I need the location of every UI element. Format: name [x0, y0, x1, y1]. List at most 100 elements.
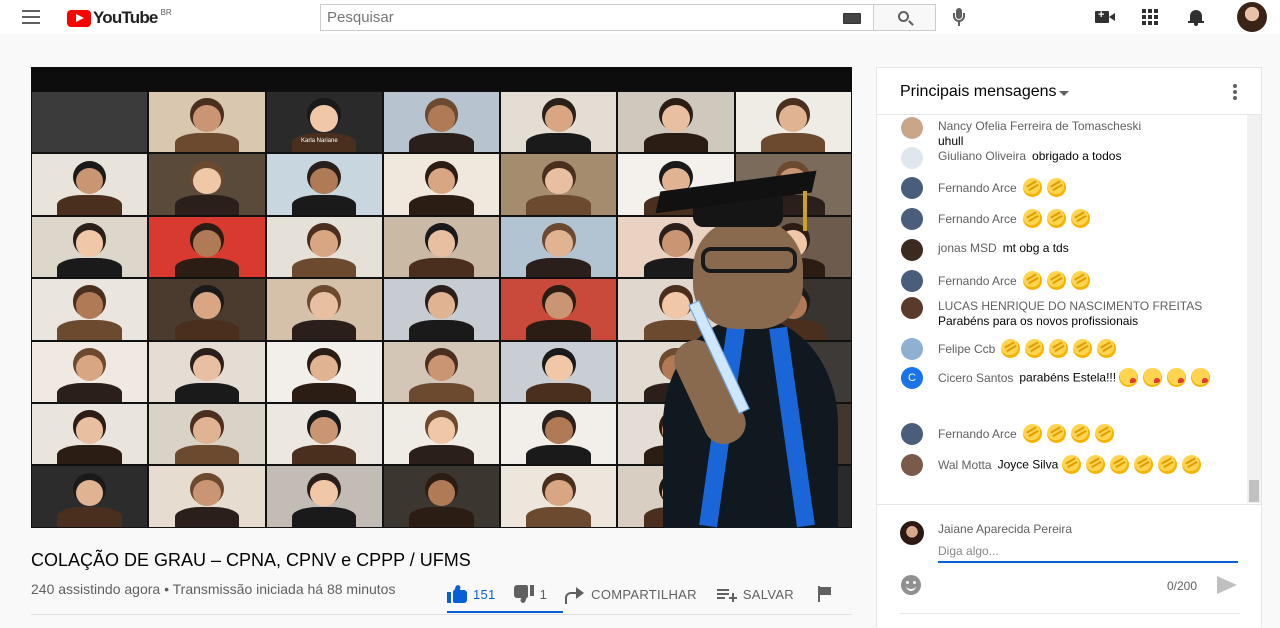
keyboard-icon[interactable]	[843, 13, 861, 24]
search-input[interactable]: Pesquisar	[320, 4, 874, 31]
clapping-hands-emoji	[1070, 424, 1090, 443]
face-blowing-kiss-emoji	[1119, 368, 1139, 387]
video-player[interactable]: Karla Nariane	[31, 67, 852, 528]
thumbs-down-icon	[513, 585, 534, 604]
participant-tile	[382, 215, 501, 279]
avatar[interactable]	[901, 208, 923, 230]
participant-tile	[31, 340, 149, 403]
participant-tile	[265, 402, 383, 466]
mic-icon[interactable]	[953, 8, 965, 27]
send-icon[interactable]	[1217, 576, 1237, 594]
mascot-graduate	[653, 167, 852, 528]
participant-tile	[148, 278, 266, 341]
youtube-logo[interactable]: YouTube BR	[67, 8, 172, 28]
participant-tile	[500, 465, 618, 528]
report-button[interactable]	[816, 586, 832, 602]
participant-tile	[31, 91, 149, 154]
thumbs-up-icon	[447, 584, 467, 603]
chat-header: Principais mensagens	[877, 68, 1261, 115]
participant-tile	[617, 91, 735, 154]
clapping-hands-emoji	[1133, 455, 1153, 474]
participant-tile	[31, 402, 149, 466]
chat-text: obrigado a todos	[1032, 149, 1122, 163]
search-button[interactable]	[874, 4, 936, 31]
participant-tile	[148, 465, 266, 528]
participant-tile	[500, 278, 618, 341]
participant-tile	[265, 465, 383, 528]
chat-author[interactable]: Giuliano Oliveira	[938, 149, 1026, 163]
apps-icon[interactable]	[1142, 9, 1158, 25]
participant-tile	[500, 215, 618, 279]
avatar[interactable]	[901, 177, 923, 199]
scrollbar-thumb[interactable]	[1249, 480, 1259, 502]
share-button[interactable]: COMPARTILHAR	[565, 586, 697, 604]
masthead: YouTube BR Pesquisar	[0, 0, 1280, 34]
participant-tile	[148, 91, 266, 154]
chat-compose: Jaiane Aparecida Pereira Diga algo... 0/…	[877, 504, 1261, 628]
avatar[interactable]	[901, 297, 923, 319]
chat-text: parabéns Estela!!!	[1019, 370, 1120, 385]
participant-tile	[148, 215, 266, 279]
notifications-icon[interactable]	[1188, 9, 1204, 26]
participant-tile	[148, 153, 266, 216]
participant-tile	[500, 402, 618, 466]
clapping-hands-emoji	[1046, 424, 1066, 443]
avatar[interactable]	[901, 454, 923, 476]
avatar[interactable]	[901, 338, 923, 360]
clapping-hands-emoji	[1097, 339, 1117, 358]
chat-author[interactable]: Fernando Arce	[938, 212, 1017, 226]
avatar[interactable]: C	[901, 367, 923, 389]
live-chat: Principais mensagens Nancy Ofelia Ferrei…	[876, 67, 1262, 628]
chat-mode-selector[interactable]: Principais mensagens	[900, 83, 1057, 101]
participant-tile	[265, 340, 383, 403]
account-avatar[interactable]	[1237, 2, 1267, 32]
youtube-play-icon	[67, 9, 91, 27]
video-actions: 151 1 COMPARTILHAR SALVAR	[447, 578, 832, 610]
clapping-hands-emoji	[1094, 424, 1114, 443]
clapping-hands-emoji	[1022, 271, 1042, 290]
chat-author[interactable]: LUCAS HENRIQUE DO NASCIMENTO FREITAS	[938, 299, 1202, 313]
like-button[interactable]: 151	[447, 584, 496, 603]
flag-icon	[816, 586, 832, 602]
clapping-hands-emoji	[1181, 455, 1201, 474]
chat-author[interactable]: Fernando Arce	[938, 274, 1017, 288]
chat-author[interactable]: Fernando Arce	[938, 427, 1017, 441]
chat-input[interactable]: Diga algo...	[938, 541, 1238, 563]
participant-tile	[31, 215, 149, 279]
save-label: SALVAR	[742, 586, 795, 602]
search-icon	[898, 11, 909, 22]
participant-tile	[148, 340, 266, 403]
avatar[interactable]	[901, 117, 923, 139]
save-button[interactable]: SALVAR	[716, 586, 795, 602]
avatar[interactable]	[901, 147, 923, 169]
avatar[interactable]	[901, 270, 923, 292]
chat-scrollbar[interactable]	[1247, 115, 1261, 503]
avatar[interactable]	[901, 239, 923, 261]
chevron-down-icon[interactable]	[1059, 91, 1069, 96]
avatar[interactable]	[901, 423, 923, 445]
clapping-hands-emoji	[1025, 339, 1045, 358]
more-vert-icon[interactable]	[1233, 84, 1237, 100]
chat-author[interactable]: Nancy Ofelia Ferreira de Tomascheski	[938, 119, 1141, 133]
participant-tile	[265, 153, 383, 216]
participant-tile	[31, 153, 149, 216]
chat-author[interactable]: jonas MSD	[938, 241, 997, 255]
chat-author[interactable]: Fernando Arce	[938, 181, 1017, 195]
compose-user-name: Jaiane Aparecida Pereira	[938, 522, 1073, 536]
participant-tile	[382, 278, 501, 341]
participant-tile	[382, 91, 501, 154]
menu-icon[interactable]	[22, 10, 40, 24]
emoji-icon[interactable]	[901, 575, 921, 595]
clapping-hands-emoji	[1073, 339, 1093, 358]
create-video-icon[interactable]	[1095, 9, 1115, 23]
participant-tile	[31, 465, 149, 528]
dislike-button[interactable]: 1	[513, 585, 548, 604]
participant-tile	[382, 153, 501, 216]
chat-author[interactable]: Wal Motta	[938, 458, 992, 472]
clapping-hands-emoji	[1070, 271, 1090, 290]
chat-author[interactable]: Cicero Santos	[938, 371, 1013, 385]
clapping-hands-emoji	[1046, 271, 1066, 290]
chat-author[interactable]: Felipe Ccb	[938, 342, 995, 356]
video-title: COLAÇÃO DE GRAU – CPNA, CPNV e CPPP / UF…	[31, 550, 471, 570]
participant-tile	[500, 91, 618, 154]
